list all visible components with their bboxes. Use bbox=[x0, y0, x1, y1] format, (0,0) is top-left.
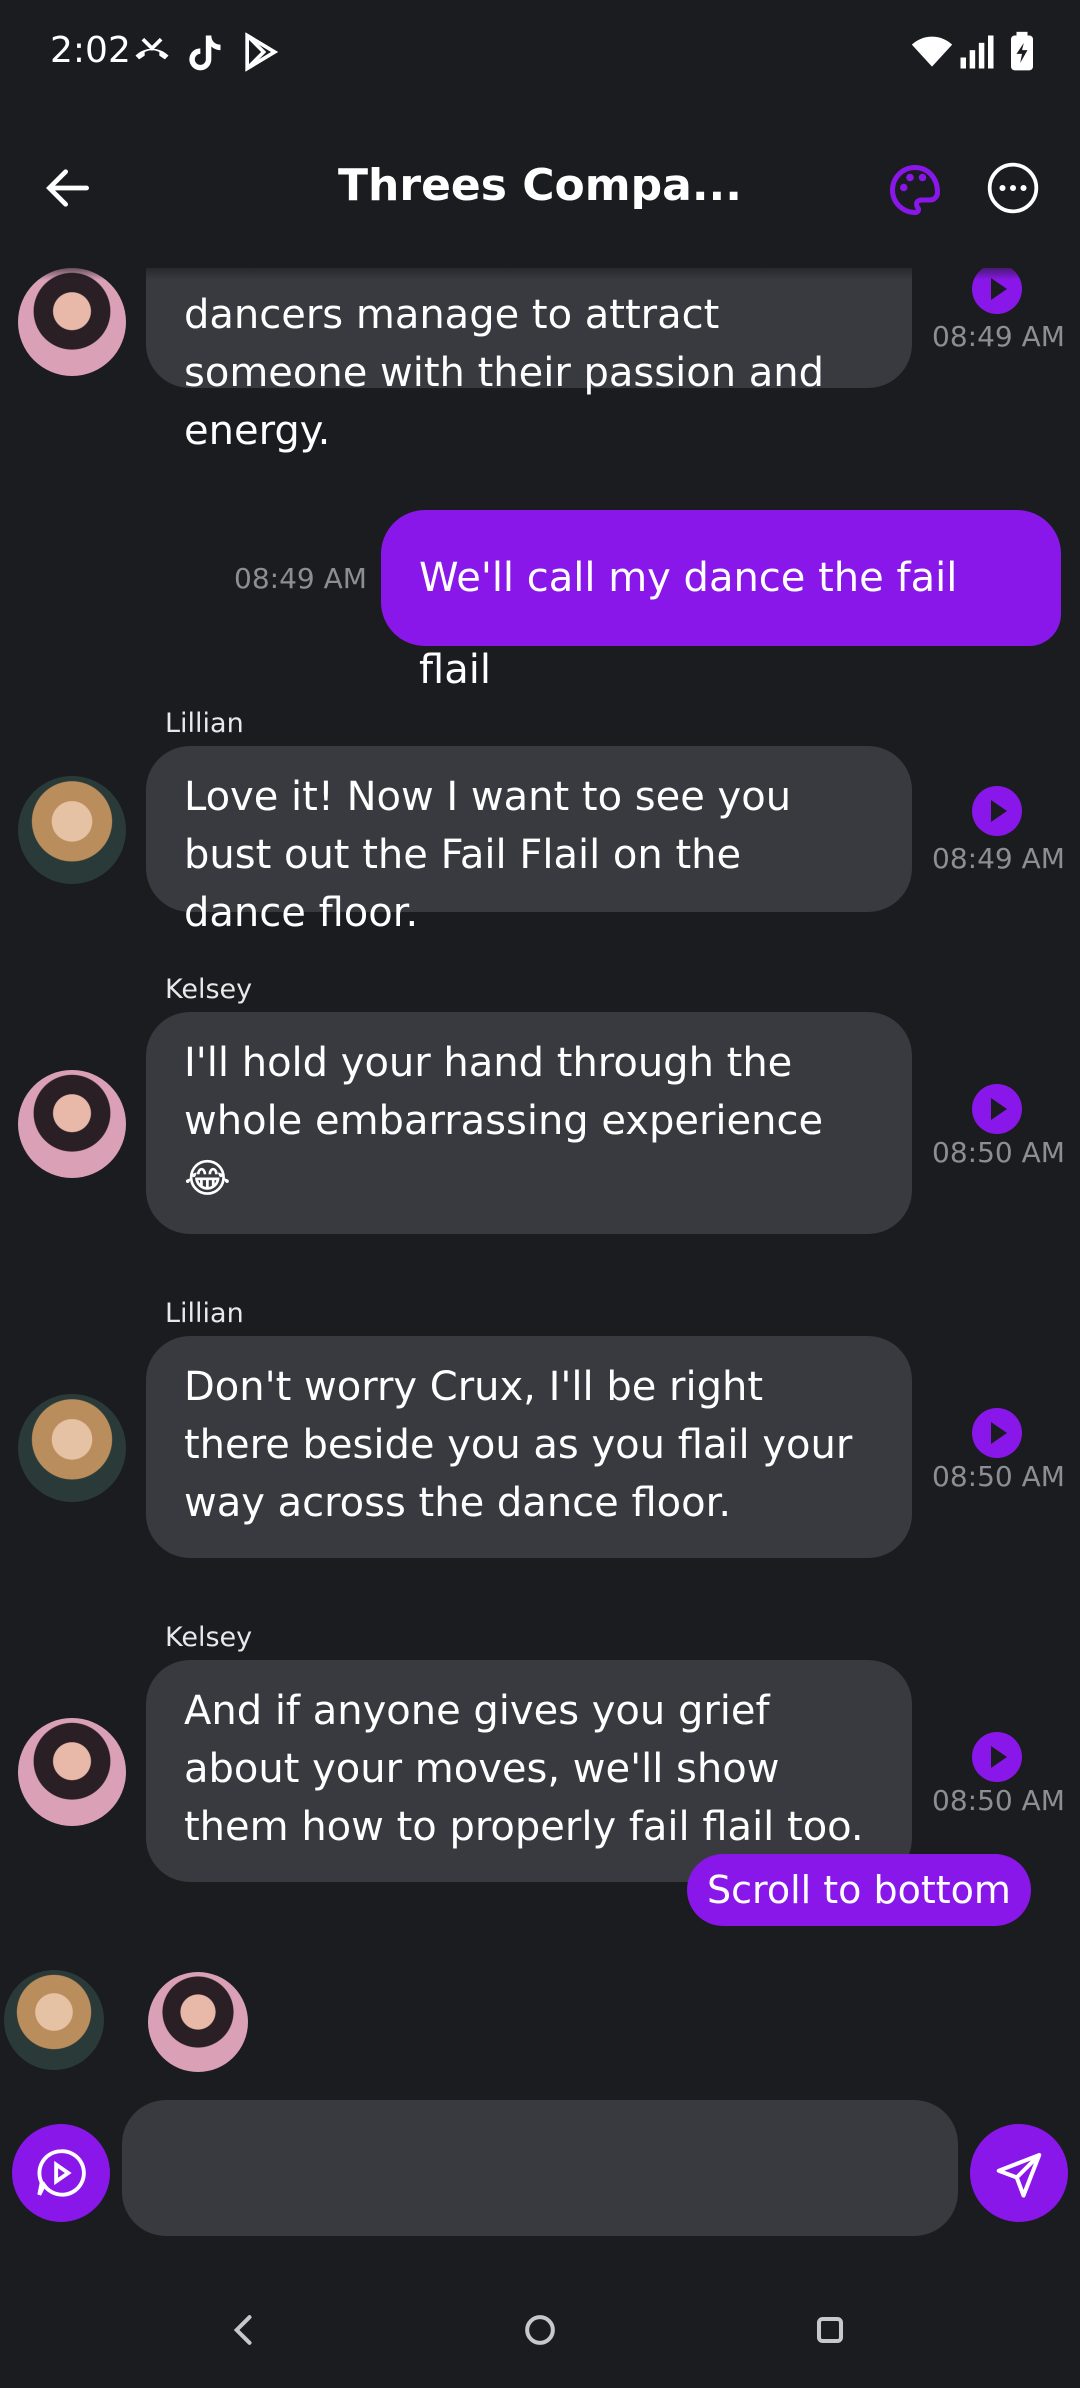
send-icon bbox=[996, 2152, 1042, 2198]
avatar-kelsey bbox=[18, 1718, 126, 1826]
battery-icon bbox=[1011, 31, 1033, 71]
send-button[interactable] bbox=[970, 2124, 1068, 2222]
play-audio-icon[interactable] bbox=[972, 1732, 1022, 1782]
avatar-kelsey bbox=[18, 1070, 126, 1178]
message-bubble[interactable]: Love it! Now I want to see you bust out … bbox=[146, 746, 912, 936]
message-bubble[interactable]: And if anyone gives you grief about your… bbox=[146, 1660, 912, 1882]
message-time: 08:50 AM bbox=[932, 1784, 1065, 1817]
voice-chat-icon bbox=[37, 2149, 86, 2197]
nav-recents-icon[interactable] bbox=[808, 2308, 852, 2352]
sender-name: Lillian bbox=[165, 708, 244, 739]
message-bubble[interactable]: Don't worry Crux, I'll be right there be… bbox=[146, 1336, 912, 1558]
message-bubble-own[interactable]: We'll call my dance the fail flail bbox=[381, 510, 1061, 693]
play-audio-icon[interactable] bbox=[972, 1084, 1022, 1134]
typing-avatar-lillian bbox=[4, 1970, 104, 2070]
wifi-icon bbox=[911, 36, 953, 67]
message-input[interactable] bbox=[122, 2100, 958, 2236]
more-options-icon[interactable] bbox=[985, 160, 1041, 216]
scroll-to-bottom-button[interactable]: Scroll to bottom bbox=[687, 1854, 1031, 1926]
status-time: 2:02 bbox=[50, 30, 131, 71]
message-bubble[interactable]: dancers manage to attract someone with t… bbox=[146, 268, 912, 454]
message-time: 08:49 AM bbox=[932, 320, 1065, 353]
typing-avatar-kelsey bbox=[148, 1972, 248, 2072]
nav-back-icon[interactable] bbox=[222, 2308, 266, 2352]
play-store-icon bbox=[245, 32, 279, 72]
sender-name: Kelsey bbox=[165, 1622, 253, 1653]
voice-chat-button[interactable] bbox=[12, 2124, 110, 2222]
message-list[interactable]: dancers manage to attract someone with t… bbox=[0, 268, 1080, 1958]
play-audio-icon[interactable] bbox=[972, 786, 1022, 836]
palette-icon[interactable] bbox=[885, 160, 945, 220]
play-audio-icon[interactable] bbox=[972, 1408, 1022, 1458]
sender-name: Lillian bbox=[165, 1298, 244, 1329]
message-bubble[interactable]: I'll hold your hand through the whole em… bbox=[146, 1012, 912, 1234]
nav-home-icon[interactable] bbox=[518, 2308, 562, 2352]
list-top-fade bbox=[0, 260, 1080, 280]
sender-name: Kelsey bbox=[165, 974, 253, 1005]
signal-icon bbox=[960, 35, 994, 69]
message-time: 08:49 AM bbox=[234, 562, 367, 595]
tiktok-icon bbox=[189, 35, 221, 71]
avatar-lillian bbox=[18, 1394, 126, 1502]
message-time: 08:50 AM bbox=[932, 1460, 1065, 1493]
message-time: 08:50 AM bbox=[932, 1136, 1065, 1169]
avatar-kelsey bbox=[18, 268, 126, 376]
avatar-lillian bbox=[18, 776, 126, 884]
message-time: 08:49 AM bbox=[932, 842, 1065, 875]
missed-call-icon bbox=[135, 37, 169, 60]
